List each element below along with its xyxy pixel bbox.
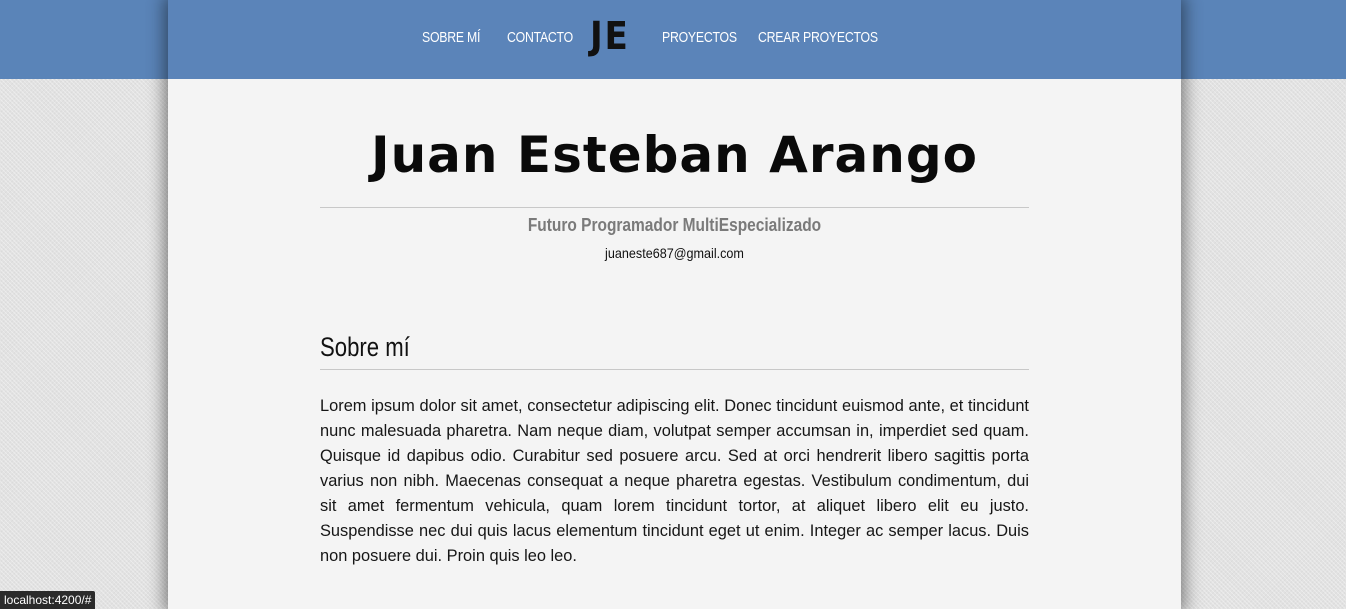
nav-link-crear-proyectos[interactable]: CREAR PROYECTOS — [758, 29, 878, 46]
page-container: SOBRE MÍ CONTACTO JE PROYECTOS CREAR PRO… — [168, 0, 1181, 609]
name-divider — [320, 207, 1029, 208]
about-heading: Sobre mí — [320, 332, 410, 362]
about-divider — [320, 369, 1029, 370]
profile-email: juaneste687@gmail.com — [605, 245, 744, 261]
logo[interactable]: JE — [590, 14, 630, 58]
navbar: SOBRE MÍ CONTACTO JE PROYECTOS CREAR PRO… — [168, 0, 1181, 79]
nav-link-proyectos[interactable]: PROYECTOS — [662, 29, 737, 46]
nav-link-contacto[interactable]: CONTACTO — [507, 29, 573, 46]
profile-tagline: Futuro Programador MultiEspecializado — [527, 215, 822, 235]
about-text: Lorem ipsum dolor sit amet, consectetur … — [320, 397, 1029, 565]
status-bar-url: localhost:4200/# — [0, 591, 96, 609]
profile-name: Juan Esteban Arango — [370, 126, 979, 184]
main-nav: SOBRE MÍ CONTACTO JE PROYECTOS CREAR PRO… — [168, 0, 1181, 79]
nav-link-sobre-mi[interactable]: SOBRE MÍ — [422, 29, 480, 46]
